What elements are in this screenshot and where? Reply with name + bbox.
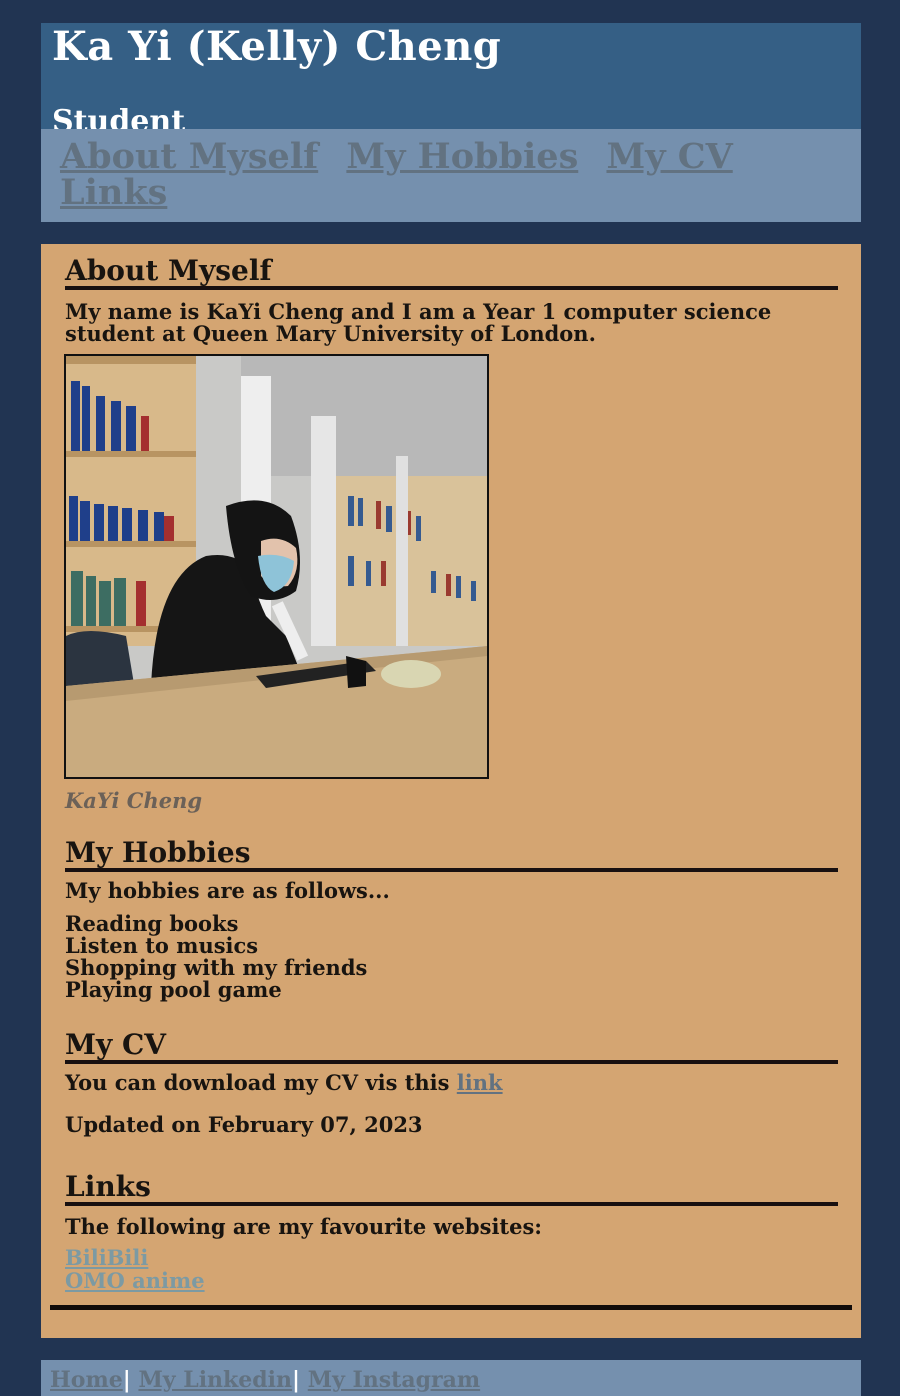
hobbies-heading: My Hobbies (65, 838, 838, 872)
link-bilibili[interactable]: BiliBili (65, 1246, 205, 1269)
section-divider (50, 1305, 852, 1310)
about-heading: About Myself (65, 256, 838, 290)
cv-download-link[interactable]: link (457, 1070, 503, 1095)
nav-link-my-hobbies[interactable]: My Hobbies (346, 136, 578, 177)
nav-links: About Myself My Hobbies My CV Links (60, 139, 850, 211)
list-item: Playing pool game (65, 977, 282, 1002)
favourite-links: BiliBili OMO anime (65, 1246, 205, 1292)
list-item: Listen to musics (65, 933, 259, 958)
main-nav: About Myself My Hobbies My CV Links (41, 129, 861, 222)
main-content: About Myself My name is KaYi Cheng and I… (41, 244, 861, 1338)
site-footer: Home| My Linkedin| My Instagram (41, 1360, 861, 1396)
nav-link-about-myself[interactable]: About Myself (60, 136, 318, 177)
footer-link-instagram[interactable]: My Instagram (308, 1367, 480, 1393)
hobbies-list: Reading books Listen to musics Shopping … (65, 913, 825, 1001)
cv-heading: My CV (65, 1030, 838, 1064)
footer-link-linkedin[interactable]: My Linkedin (138, 1367, 292, 1393)
nav-link-links[interactable]: Links (60, 172, 167, 213)
list-item: Reading books (65, 911, 239, 936)
links-intro: The following are my favourite websites: (65, 1214, 543, 1239)
profile-photo (64, 354, 489, 779)
cv-text: You can download my CV vis this (65, 1070, 450, 1095)
cv-text-line: You can download my CV vis this link (65, 1072, 825, 1094)
photo-caption: KaYi Cheng (65, 788, 203, 813)
about-text: My name is KaYi Cheng and I am a Year 1 … (65, 299, 772, 346)
footer-separator: | (122, 1367, 131, 1393)
site-title: Ka Yi (Kelly) Cheng (52, 23, 502, 70)
footer-link-home[interactable]: Home (50, 1367, 123, 1393)
footer-links: Home| My Linkedin| My Instagram (50, 1366, 480, 1394)
footer-separator: | (292, 1367, 301, 1393)
list-item: Shopping with my friends (65, 955, 368, 980)
site-header: Ka Yi (Kelly) Cheng Student (41, 23, 861, 139)
nav-link-my-cv[interactable]: My CV (606, 136, 732, 177)
links-heading: Links (65, 1172, 838, 1206)
cv-updated: Updated on February 07, 2023 (65, 1112, 423, 1137)
hobbies-intro: My hobbies are as follows... (65, 878, 390, 903)
link-omo-anime[interactable]: OMO anime (65, 1269, 205, 1292)
library-photo-illustration (66, 356, 487, 777)
